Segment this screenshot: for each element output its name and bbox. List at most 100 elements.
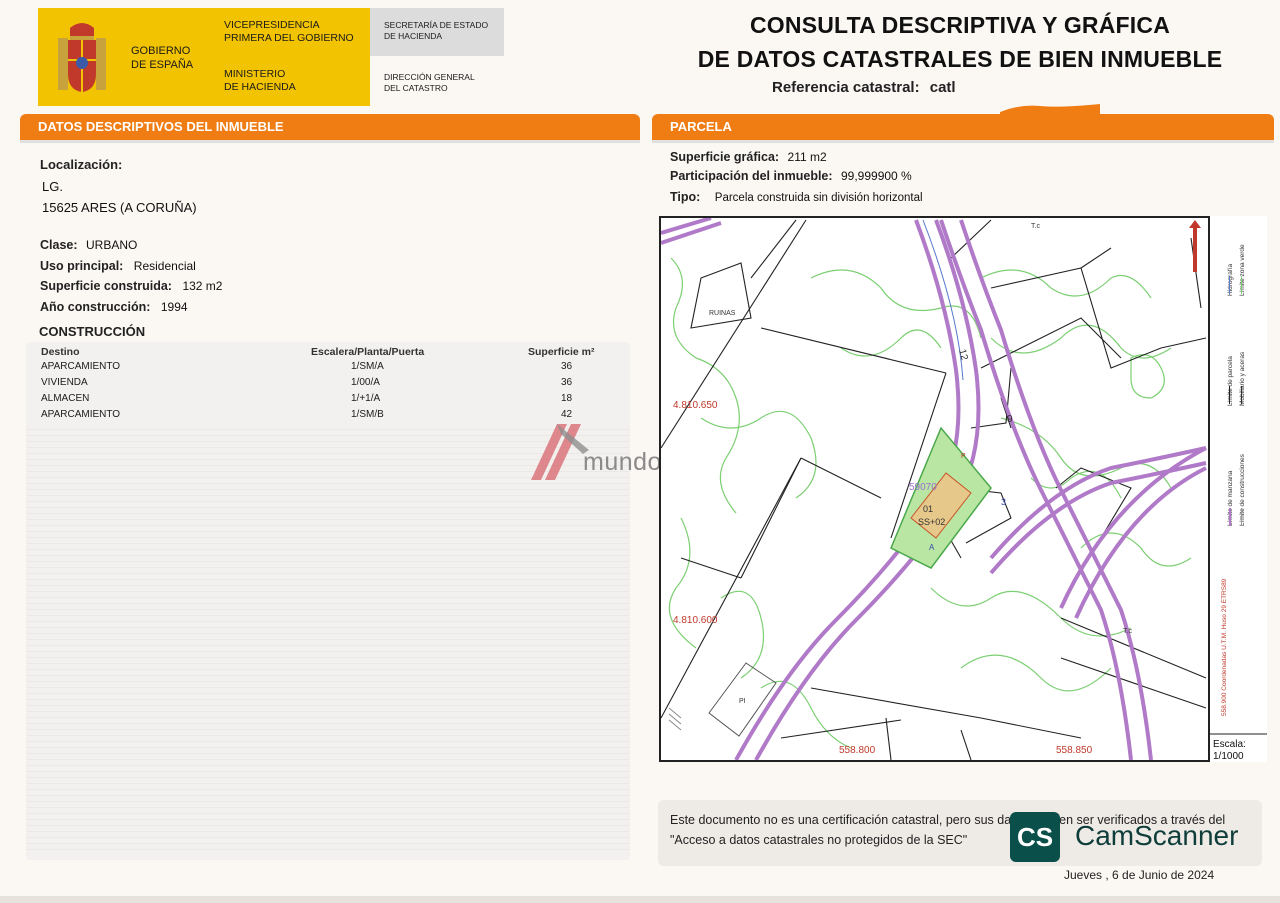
table-row: VIVIENDA 1/00/A 36 <box>26 376 630 391</box>
ref-label: Referencia catastral: <box>772 79 920 96</box>
vicepresidencia-block: VICEPRESIDENCIA PRIMERA DEL GOBIERNO MIN… <box>210 8 370 106</box>
anio-label: Año construcción: <box>40 300 151 314</box>
cell-escalera: 1/SM/B <box>351 409 384 420</box>
sup-grafica-value: 211 m2 <box>787 150 827 164</box>
localizacion-line1: LG. <box>42 179 63 194</box>
direccion-catastro: DIRECCIÓN GENERAL DEL CATASTRO <box>384 72 475 94</box>
label-12: 12 <box>956 348 970 362</box>
ministerio-line2: DE HACIENDA <box>224 81 296 93</box>
superficie-label: Superficie construida: <box>40 279 172 293</box>
cadastral-map[interactable]: RUINAS 4.810.650 4.810.600 558.800 558.8… <box>659 216 1265 762</box>
label-3: 3 <box>1001 497 1006 507</box>
tipo-row: Tipo: Parcela construida sin división ho… <box>670 188 923 206</box>
page-title: CONSULTA DESCRIPTIVA Y GRÁFICA DE DATOS … <box>660 8 1260 76</box>
divider <box>652 140 1274 143</box>
label-9: 9 <box>1007 414 1013 425</box>
ref-value: catl <box>929 79 956 96</box>
label-p: P <box>961 453 966 460</box>
table-row: APARCAMIENTO 1/SM/A 36 <box>26 360 630 375</box>
table-empty-area <box>26 424 630 854</box>
section-title-datos: DATOS DESCRIPTIVOS DEL INMUEBLE <box>20 114 640 140</box>
participacion-row: Participación del inmueble: 99,999900 % <box>670 167 912 185</box>
legend-coords: 558.900 Coordenadas U.T.M. Huso 29 ETRS8… <box>1221 578 1228 716</box>
camscanner-logo-icon: CS <box>1010 812 1060 862</box>
participacion-label: Participación del inmueble: <box>670 169 833 183</box>
title-line1: CONSULTA DESCRIPTIVA Y GRÁFICA <box>749 12 1171 38</box>
construccion-title: CONSTRUCCIÓN <box>39 324 146 339</box>
legend-item5: Mobiliario y aceras <box>1239 351 1246 406</box>
superficie-row: Superficie construida: 132 m2 <box>40 277 222 295</box>
north-arrow-icon <box>1189 220 1201 272</box>
gobierno-line2: DE ESPAÑA <box>131 59 194 71</box>
uso-row: Uso principal: Residencial <box>40 257 196 275</box>
label-pi: PI <box>739 698 746 705</box>
divider <box>20 140 640 143</box>
stair-hatch <box>668 707 682 731</box>
secretaria-block: SECRETARÍA DE ESTADO DE HACIENDA <box>370 8 504 56</box>
cell-superficie: 36 <box>561 361 573 372</box>
cell-destino: APARCAMIENTO <box>41 361 121 372</box>
secretaria-line1: SECRETARÍA DE ESTADO <box>384 20 489 30</box>
legend-item2: Límite de parcela <box>1227 356 1234 406</box>
label-02: SS+02 <box>918 517 945 527</box>
cell-superficie: 18 <box>561 393 573 404</box>
uso-label: Uso principal: <box>40 259 124 273</box>
label-tc1: T.c <box>1031 223 1040 230</box>
anio-row: Año construcción: 1994 <box>40 298 188 316</box>
gobierno-line1: GOBIERNO <box>131 45 191 57</box>
ministerio-line1: MINISTERIO <box>224 68 286 80</box>
cell-escalera: 1/SM/A <box>351 361 384 372</box>
label-x2: 558.850 <box>1056 745 1093 756</box>
legend-item6: Límite zona verde <box>1239 244 1246 296</box>
cell-destino: VIVIENDA <box>41 377 88 388</box>
direccion-line2: DEL CATASTRO <box>384 83 448 93</box>
mundocasa-logo-icon <box>531 424 589 480</box>
col-superficie: Superficie m² <box>528 346 595 358</box>
cell-destino: APARCAMIENTO <box>41 409 121 420</box>
label-01: 01 <box>923 504 933 514</box>
legend-item4: Límite de construcciones <box>1239 453 1246 526</box>
watermark-part1: mundo <box>583 448 662 476</box>
escala-value: 1/1000 <box>1213 751 1244 762</box>
section-title-parcela: PARCELA <box>652 114 1274 140</box>
col-destino: Destino <box>41 346 80 358</box>
clase-row: Clase: URBANO <box>40 236 137 254</box>
table-row: ALMACEN 1/+1/A 18 <box>26 392 630 407</box>
uso-value: Residencial <box>133 259 196 273</box>
legend-drawing: Límite de manzana Límite de parcela Hidr… <box>1210 244 1267 762</box>
label-y2: 4.810.600 <box>673 615 718 626</box>
cell-escalera: 1/+1/A <box>351 393 381 404</box>
label-tc2: T.c <box>1123 628 1132 635</box>
sup-grafica-row: Superficie gráfica: 211 m2 <box>670 148 827 166</box>
label-ruinas: RUINAS <box>709 310 736 317</box>
cell-escalera: 1/00/A <box>351 377 380 388</box>
clase-label: Clase: <box>40 238 78 252</box>
sup-grafica-label: Superficie gráfica: <box>670 150 780 164</box>
gobierno-logo: GOBIERNO DE ESPAÑA <box>38 8 210 106</box>
participacion-value: 99,999900 % <box>841 169 912 183</box>
col-escalera: Escalera/Planta/Puerta <box>311 346 425 358</box>
camscanner-name: CamScanner <box>1075 820 1239 851</box>
label-a: A <box>929 543 935 552</box>
secretaria-line2: DE HACIENDA <box>384 31 443 41</box>
clase-value: URBANO <box>85 238 138 252</box>
tipo-label: Tipo: <box>670 190 701 204</box>
escala-label: Escala: <box>1213 739 1246 750</box>
localizacion-label: Localización: <box>40 157 123 172</box>
map-legend: Límite de manzana Límite de parcela Hidr… <box>1208 216 1267 762</box>
direccion-line1: DIRECCIÓN GENERAL <box>384 72 475 82</box>
label-y1: 4.810.650 <box>673 400 718 411</box>
cell-destino: ALMACEN <box>41 393 90 404</box>
vicepresidencia-line1: VICEPRESIDENCIA <box>224 19 320 31</box>
legend-item3: Hidrografía <box>1227 263 1234 296</box>
referencia-catastral: Referencia catastral: catl <box>772 79 956 96</box>
map-drawing: RUINAS 4.810.650 4.810.600 558.800 558.8… <box>661 218 1207 760</box>
coat-of-arms-icon <box>58 23 106 92</box>
label-x1: 558.800 <box>839 745 876 756</box>
anio-value: 1994 <box>160 300 188 314</box>
title-line2: DE DATOS CATASTRALES DE BIEN INMUEBLE <box>697 46 1223 72</box>
vicepresidencia-line2: PRIMERA DEL GOBIERNO <box>224 32 354 44</box>
cell-superficie: 36 <box>561 377 573 388</box>
cell-superficie: 42 <box>561 409 573 420</box>
localizacion-line2: 15625 ARES (A CORUÑA) <box>42 200 197 215</box>
